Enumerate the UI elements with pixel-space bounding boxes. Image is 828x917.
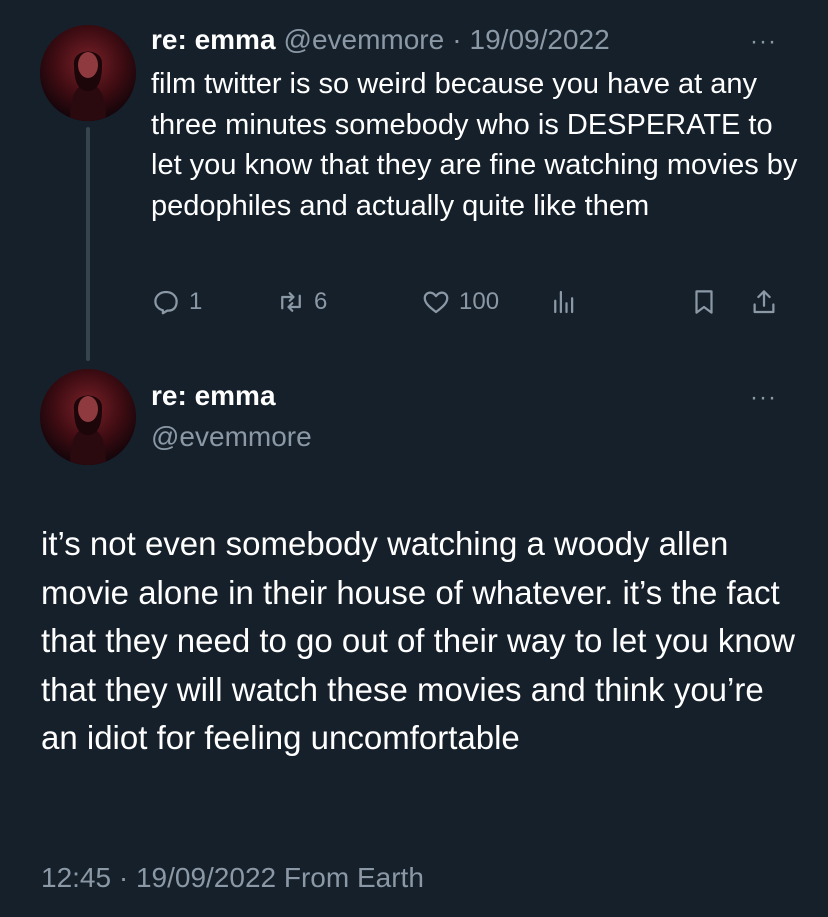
- handle[interactable]: @evemmore: [284, 24, 445, 56]
- tweet1-header: re: emma @evemmore · 19/09/2022: [151, 24, 610, 56]
- share-icon: [753, 290, 775, 314]
- retweet-icon: [281, 292, 301, 312]
- more-options-button[interactable]: ···: [750, 28, 777, 56]
- display-name[interactable]: re: emma: [151, 380, 276, 412]
- like-count: 100: [459, 288, 500, 315]
- reply-count: 1: [189, 288, 203, 315]
- analytics-button[interactable]: [549, 282, 579, 322]
- tweet-text: it’s not even somebody watching a woody …: [41, 525, 795, 756]
- tweet-actions: 1 6 100: [151, 282, 791, 322]
- bookmark-button[interactable]: [689, 282, 719, 322]
- avatar[interactable]: [40, 369, 136, 465]
- tweet-timestamp[interactable]: 12:45 · 19/09/2022 From Earth: [41, 862, 424, 894]
- like-icon: [423, 291, 449, 314]
- thread-line: [86, 127, 90, 361]
- tweet-text: film twitter is so weird because you hav…: [151, 68, 798, 222]
- share-button[interactable]: [749, 282, 779, 322]
- avatar-image: [40, 25, 136, 121]
- retweet-count: 6: [314, 288, 328, 315]
- separator: ·: [452, 24, 462, 55]
- avatar[interactable]: [40, 25, 136, 121]
- display-name[interactable]: re: emma: [151, 24, 276, 56]
- handle[interactable]: @evemmore: [151, 421, 312, 453]
- retweet-button[interactable]: 6: [276, 282, 327, 322]
- tweet-date[interactable]: 19/09/2022: [470, 24, 610, 56]
- analytics-icon: [554, 290, 574, 314]
- like-button[interactable]: 100: [421, 282, 499, 322]
- more-options-button[interactable]: ···: [750, 384, 777, 412]
- bookmark-icon: [695, 290, 713, 314]
- reply-button[interactable]: 1: [151, 282, 202, 322]
- reply-icon: [154, 290, 178, 315]
- avatar-image: [40, 369, 136, 465]
